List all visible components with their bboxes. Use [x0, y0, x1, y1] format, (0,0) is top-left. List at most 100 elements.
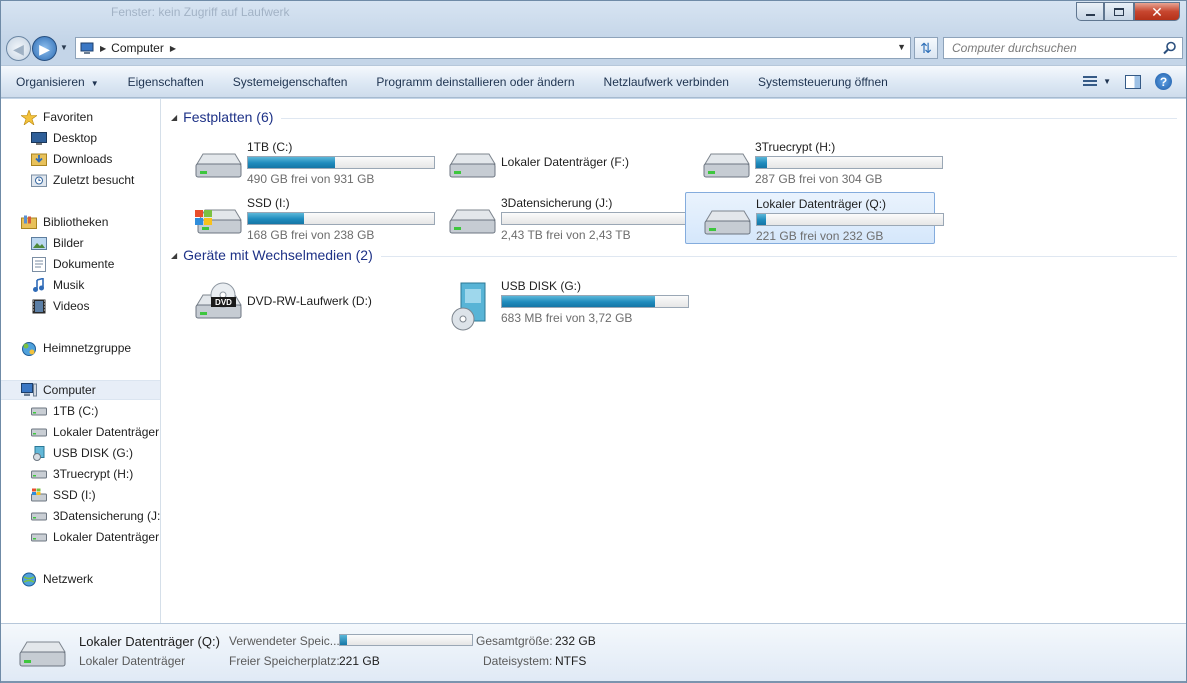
nav-downloads-label: Downloads: [53, 152, 113, 166]
nav-videos[interactable]: Videos: [1, 296, 160, 316]
drive-usage-bar: [247, 212, 435, 225]
nav-drive-f-label: Lokaler Datenträger: [53, 425, 160, 439]
nav-network[interactable]: Netzwerk: [1, 569, 160, 589]
uninstall-program-button[interactable]: Programm deinstallieren oder ändern: [361, 75, 588, 89]
nav-drive-i[interactable]: SSD (I:): [1, 485, 160, 505]
nav-drive-j-label: 3Datensicherung (J:): [53, 509, 160, 523]
drive-tile[interactable]: Lokaler Datenträger (Q:) 221 GB frei von …: [685, 192, 944, 244]
nav-downloads[interactable]: Downloads: [1, 149, 160, 169]
nav-network-label: Netzwerk: [43, 572, 94, 586]
preview-pane-icon[interactable]: [1125, 74, 1141, 89]
change-view-icon[interactable]: [1083, 75, 1098, 88]
nav-homegroup[interactable]: Heimnetzgruppe: [1, 338, 160, 358]
nav-libraries-label: Bibliotheken: [43, 215, 109, 229]
details-free-value: 221 GB: [339, 654, 380, 668]
drive-usage-fill: [756, 157, 768, 168]
nav-drive-j[interactable]: 3Datensicherung (J:): [1, 506, 160, 526]
drive-tile[interactable]: Lokaler Datenträger (F:): [431, 136, 681, 188]
drive-tile[interactable]: 3Datensicherung (J:) 2,43 TB frei von 2,4…: [431, 192, 689, 244]
nav-favorites-label: Favoriten: [43, 110, 94, 124]
properties-button[interactable]: Eigenschaften: [113, 75, 218, 89]
details-drive-name: Lokaler Datenträger (Q:): [79, 634, 220, 649]
search-box[interactable]: [943, 37, 1183, 59]
group-divider: [380, 255, 1177, 257]
map-network-drive-button[interactable]: Netzlaufwerk verbinden: [589, 75, 743, 89]
nav-music[interactable]: Musik: [1, 275, 160, 295]
organize-label: Organisieren: [16, 74, 85, 89]
documents-icon: [31, 256, 47, 272]
usb-disk-icon: [31, 445, 47, 461]
nav-music-label: Musik: [53, 278, 85, 292]
recent-pages-dropdown[interactable]: ▼: [60, 43, 68, 52]
nav-recent-places[interactable]: Zuletzt besucht: [1, 170, 160, 190]
drive-free-space: 287 GB frei von 304 GB: [755, 172, 883, 186]
minimize-icon: [1085, 13, 1095, 16]
group-header-removable[interactable]: ◢ Geräte mit Wechselmedien (2): [171, 245, 1177, 265]
search-input[interactable]: [952, 38, 1152, 58]
nav-drive-f[interactable]: Lokaler Datenträger: [1, 422, 160, 442]
breadcrumb-expand-icon[interactable]: ▶: [170, 44, 176, 53]
drive-tile[interactable]: 1TB (C:) 490 GB frei von 931 GB: [177, 136, 435, 188]
videos-icon: [31, 299, 47, 313]
forward-button[interactable]: ▶: [32, 36, 57, 61]
drive-tile[interactable]: DVD DVD-RW-Laufwerk (D:): [177, 275, 427, 327]
nav-desktop[interactable]: Desktop: [1, 128, 160, 148]
nav-homegroup-label: Heimnetzgruppe: [43, 341, 132, 355]
nav-libraries[interactable]: Bibliotheken: [1, 212, 160, 232]
nav-drive-q[interactable]: Lokaler Datenträger: [1, 527, 160, 547]
desktop-icon: [31, 131, 47, 145]
breadcrumb-separator-icon[interactable]: ▶: [100, 44, 106, 53]
group-header-hard-disks[interactable]: ◢ Festplatten (6): [171, 107, 1177, 127]
homegroup-icon: [21, 341, 37, 356]
nav-favorites[interactable]: Favoriten: [1, 107, 160, 127]
drive-tile[interactable]: USB DISK (G:) 683 MB frei von 3,72 GB: [431, 275, 689, 331]
search-icon[interactable]: [1163, 41, 1177, 55]
details-usage-bar: [339, 634, 473, 646]
drive-tile[interactable]: SSD (I:) 168 GB frei von 238 GB: [177, 192, 435, 244]
organize-menu[interactable]: Organisieren ▼: [1, 75, 113, 89]
windows-drive-icon: [31, 488, 47, 502]
view-options-dropdown-icon[interactable]: ▼: [1103, 77, 1111, 86]
help-icon[interactable]: ?: [1155, 73, 1172, 90]
back-button[interactable]: ◀: [6, 36, 31, 61]
windows-drive-icon: [193, 198, 243, 240]
nav-computer[interactable]: Computer: [1, 380, 160, 400]
title-bar[interactable]: Fenster: kein Zugriff auf Laufwerk ✕: [1, 1, 1186, 31]
nav-videos-label: Videos: [53, 299, 90, 313]
drive-tile[interactable]: 3Truecrypt (H:) 287 GB frei von 304 GB: [685, 136, 943, 188]
star-icon: [21, 109, 37, 125]
breadcrumb-computer[interactable]: Computer: [111, 41, 164, 55]
hard-drive-icon: [447, 142, 497, 184]
address-dropdown-icon[interactable]: ▼: [897, 42, 906, 52]
collapse-group-icon[interactable]: ◢: [171, 113, 177, 122]
close-icon: ✕: [1151, 3, 1163, 20]
system-properties-button[interactable]: Systemeigenschaften: [218, 75, 362, 89]
hard-drive-icon: [31, 404, 47, 418]
group-title-removable: Geräte mit Wechselmedien (2): [183, 247, 373, 263]
hard-drive-icon: [702, 199, 752, 241]
refresh-button[interactable]: ⇅: [914, 37, 938, 59]
drive-free-space: 683 MB frei von 3,72 GB: [501, 311, 633, 325]
refresh-icon: ⇅: [920, 39, 932, 56]
drive-name: Lokaler Datenträger (F:): [501, 155, 630, 169]
nav-drive-c[interactable]: 1TB (C:): [1, 401, 160, 421]
close-button[interactable]: ✕: [1134, 2, 1180, 21]
nav-drive-q-label: Lokaler Datenträger: [53, 530, 160, 544]
minimize-button[interactable]: [1076, 2, 1104, 21]
background-window-title: Fenster: kein Zugriff auf Laufwerk: [111, 5, 290, 19]
details-used-label: Verwendeter Speic...: [229, 634, 340, 648]
nav-drive-g[interactable]: USB DISK (G:): [1, 443, 160, 463]
details-filesystem-label: Dateisystem:: [483, 654, 553, 668]
drive-usage-bar: [756, 213, 944, 226]
open-control-panel-button[interactable]: Systemsteuerung öffnen: [743, 75, 902, 89]
maximize-button[interactable]: [1104, 2, 1134, 21]
nav-pictures[interactable]: Bilder: [1, 233, 160, 253]
drive-usage-bar: [501, 212, 689, 225]
address-bar[interactable]: ▶ Computer ▶ ▼: [75, 37, 911, 59]
collapse-group-icon[interactable]: ◢: [171, 251, 177, 260]
hard-drive-icon: [701, 142, 751, 184]
drive-free-space: 2,43 TB frei von 2,43 TB: [501, 228, 631, 242]
nav-documents[interactable]: Dokumente: [1, 254, 160, 274]
nav-drive-h[interactable]: 3Truecrypt (H:): [1, 464, 160, 484]
drive-name: USB DISK (G:): [501, 279, 582, 293]
